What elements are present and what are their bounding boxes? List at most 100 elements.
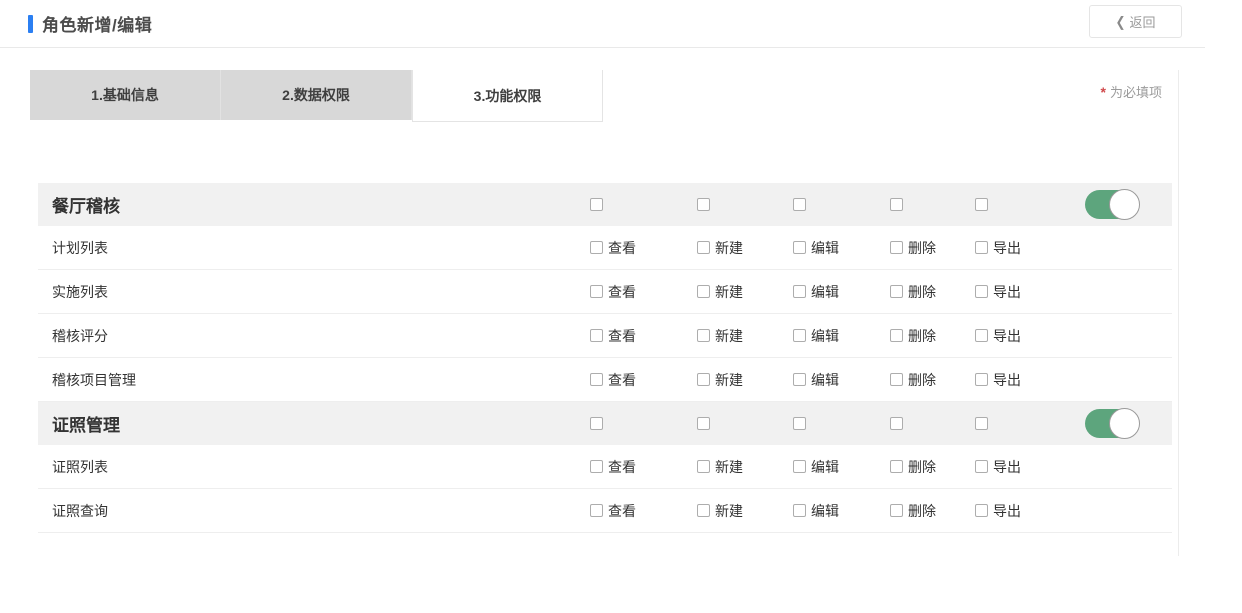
permission-edit-checkbox[interactable] [793, 329, 806, 342]
group-select-all-cell [590, 183, 603, 226]
group-edit-checkbox[interactable] [793, 417, 806, 430]
permission-view-checkbox[interactable] [590, 241, 603, 254]
permission-cell-view: 查看 [590, 489, 636, 532]
group-create-checkbox[interactable] [697, 417, 710, 430]
permission-edit-checkbox[interactable] [793, 460, 806, 473]
permission-view-checkbox[interactable] [590, 285, 603, 298]
group-name: 证照管理 [52, 411, 120, 436]
permission-cell-export: 导出 [975, 489, 1021, 532]
permission-row: 稽核项目管理查看新建编辑删除导出 [38, 358, 1172, 402]
permission-delete-checkbox[interactable] [890, 373, 903, 386]
permission-create-checkbox[interactable] [697, 329, 710, 342]
permission-export-checkbox[interactable] [975, 504, 988, 517]
permission-action-label: 查看 [608, 501, 636, 521]
tab-step-1[interactable]: 1.基础信息 [30, 70, 221, 120]
permission-edit-checkbox[interactable] [793, 241, 806, 254]
permission-view-checkbox[interactable] [590, 460, 603, 473]
permission-action-label: 删除 [908, 282, 936, 302]
permission-view-checkbox[interactable] [590, 329, 603, 342]
group-name: 餐厅稽核 [52, 192, 120, 217]
group-select-all-cell [975, 402, 988, 445]
permission-row-name: 证照查询 [52, 501, 108, 521]
role-edit-page: 角色新增/编辑 ❮ 返回 1.基础信息2.数据权限3.功能权限 * 为必填项 餐… [0, 0, 1242, 613]
group-export-checkbox[interactable] [975, 198, 988, 211]
group-header-row: 餐厅稽核 [38, 183, 1172, 226]
permission-cell-view: 查看 [590, 270, 636, 313]
permission-edit-checkbox[interactable] [793, 285, 806, 298]
permission-delete-checkbox[interactable] [890, 504, 903, 517]
permission-delete-checkbox[interactable] [890, 285, 903, 298]
permission-action-label: 新建 [715, 282, 743, 302]
group-enable-toggle[interactable] [1085, 190, 1138, 219]
group-toggle-cell [1085, 183, 1138, 226]
permission-action-label: 查看 [608, 370, 636, 390]
page-header: 角色新增/编辑 ❮ 返回 [0, 0, 1242, 47]
permission-action-label: 查看 [608, 238, 636, 258]
permission-delete-checkbox[interactable] [890, 460, 903, 473]
required-asterisk: * [1101, 84, 1106, 100]
permission-delete-checkbox[interactable] [890, 241, 903, 254]
group-enable-toggle[interactable] [1085, 409, 1138, 438]
permission-action-label: 编辑 [811, 501, 839, 521]
permission-cell-export: 导出 [975, 270, 1021, 313]
permission-action-label: 导出 [993, 501, 1021, 521]
group-select-all-cell [975, 183, 988, 226]
permission-row: 稽核评分查看新建编辑删除导出 [38, 314, 1172, 358]
permission-action-label: 查看 [608, 282, 636, 302]
permission-create-checkbox[interactable] [697, 285, 710, 298]
permission-cell-view: 查看 [590, 445, 636, 488]
permission-action-label: 编辑 [811, 457, 839, 477]
permission-export-checkbox[interactable] [975, 373, 988, 386]
tab-step-2[interactable]: 2.数据权限 [221, 70, 412, 120]
permission-cell-edit: 编辑 [793, 489, 839, 532]
group-export-checkbox[interactable] [975, 417, 988, 430]
toggle-knob [1109, 189, 1140, 220]
permission-cell-create: 新建 [697, 358, 743, 401]
permission-row: 实施列表查看新建编辑删除导出 [38, 270, 1172, 314]
permission-cell-create: 新建 [697, 226, 743, 269]
permission-view-checkbox[interactable] [590, 373, 603, 386]
tab-step-3[interactable]: 3.功能权限 [412, 70, 603, 122]
group-edit-checkbox[interactable] [793, 198, 806, 211]
permission-row-name: 稽核评分 [52, 326, 108, 346]
permission-action-label: 删除 [908, 501, 936, 521]
permission-row-name: 计划列表 [52, 238, 108, 258]
permission-export-checkbox[interactable] [975, 460, 988, 473]
back-button[interactable]: ❮ 返回 [1089, 5, 1182, 38]
permission-cell-view: 查看 [590, 226, 636, 269]
group-view-checkbox[interactable] [590, 417, 603, 430]
group-view-checkbox[interactable] [590, 198, 603, 211]
permission-export-checkbox[interactable] [975, 285, 988, 298]
permission-cell-delete: 删除 [890, 445, 936, 488]
permission-delete-checkbox[interactable] [890, 329, 903, 342]
permission-action-label: 删除 [908, 457, 936, 477]
permission-cell-create: 新建 [697, 314, 743, 357]
permission-action-label: 编辑 [811, 282, 839, 302]
permission-edit-checkbox[interactable] [793, 504, 806, 517]
group-select-all-cell [890, 402, 903, 445]
permission-export-checkbox[interactable] [975, 241, 988, 254]
permission-create-checkbox[interactable] [697, 460, 710, 473]
permission-cell-create: 新建 [697, 270, 743, 313]
permission-cell-export: 导出 [975, 226, 1021, 269]
permission-create-checkbox[interactable] [697, 373, 710, 386]
permission-cell-delete: 删除 [890, 270, 936, 313]
group-select-all-cell [793, 402, 806, 445]
permission-create-checkbox[interactable] [697, 241, 710, 254]
permission-edit-checkbox[interactable] [793, 373, 806, 386]
group-delete-checkbox[interactable] [890, 198, 903, 211]
group-delete-checkbox[interactable] [890, 417, 903, 430]
permission-action-label: 删除 [908, 326, 936, 346]
permission-action-label: 导出 [993, 370, 1021, 390]
group-create-checkbox[interactable] [697, 198, 710, 211]
permission-export-checkbox[interactable] [975, 329, 988, 342]
panel-right-border [1178, 70, 1179, 556]
permission-cell-edit: 编辑 [793, 226, 839, 269]
permission-create-checkbox[interactable] [697, 504, 710, 517]
title-wrap: 角色新增/编辑 [28, 11, 152, 36]
permission-cell-edit: 编辑 [793, 314, 839, 357]
permission-cell-edit: 编辑 [793, 270, 839, 313]
group-select-all-cell [697, 183, 710, 226]
group-header-row: 证照管理 [38, 402, 1172, 445]
permission-view-checkbox[interactable] [590, 504, 603, 517]
